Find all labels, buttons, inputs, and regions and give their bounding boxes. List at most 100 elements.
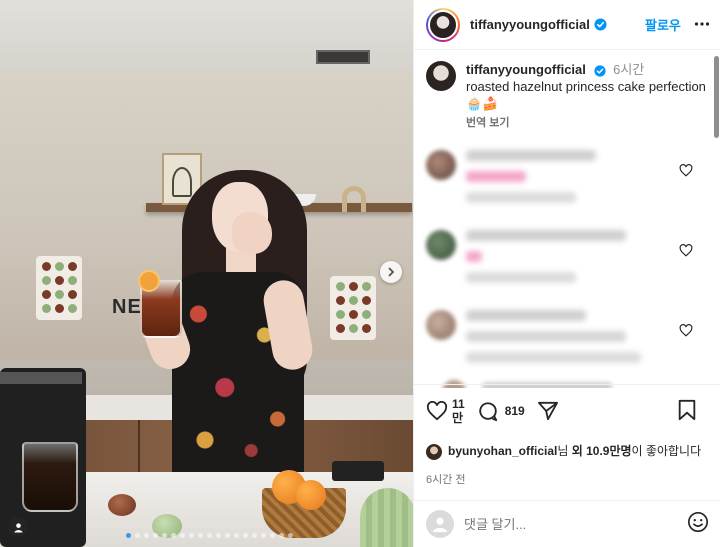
carousel-dot (162, 533, 167, 538)
post-timestamp[interactable]: 6시간 전 (426, 471, 709, 487)
capsule-stand-right (330, 276, 376, 340)
carousel-indicators (126, 533, 293, 538)
comment-text-redacted (466, 331, 626, 342)
comment-text-redacted (466, 171, 526, 182)
caption-username[interactable]: tiffanyyoungofficial (466, 62, 586, 77)
author-avatar[interactable] (426, 7, 460, 42)
user-tag-icon (13, 522, 23, 533)
carousel-dot (126, 533, 131, 538)
post-caption: tiffanyyoungofficial 6시간 roasted hazelnu… (426, 61, 709, 130)
carousel-dot (171, 533, 176, 538)
caption-time[interactable]: 6시간 (613, 62, 644, 77)
chevron-right-icon (388, 267, 395, 277)
photo-capsule (108, 494, 136, 516)
photo-coffee-mug (22, 442, 78, 512)
verified-badge-icon (594, 18, 607, 31)
verified-badge-icon (593, 64, 606, 77)
photo-cake (360, 488, 413, 547)
share-button[interactable] (537, 401, 559, 421)
comment-meta-redacted (466, 352, 641, 363)
caption-emoji: 🧁🍰 (466, 96, 499, 111)
capsule-stand-left (36, 256, 82, 320)
next-photo-button[interactable] (380, 261, 402, 283)
bookmark-icon (678, 399, 696, 421)
comment-text-redacted (466, 230, 626, 241)
more-options-button[interactable] (694, 16, 710, 37)
emoji-button[interactable] (687, 511, 709, 538)
heart-icon (679, 324, 693, 337)
comment-item (426, 150, 709, 210)
carousel-dot (270, 533, 275, 538)
liked-by-text: 님 (557, 444, 572, 458)
comment-like-button[interactable] (679, 164, 693, 182)
emoji-icon (688, 511, 708, 532)
comment-like-button[interactable] (679, 244, 693, 262)
user-tag-button[interactable] (8, 517, 28, 537)
carousel-dot (180, 533, 185, 538)
comment-button[interactable]: 819 (477, 400, 525, 422)
bookmark-button[interactable] (677, 399, 697, 421)
photo-brand-sign: NE (112, 296, 142, 318)
comment-text-redacted (466, 310, 586, 321)
liked-by-summary: byunyohan_official님 외 10.9만명이 좋아합니다 (426, 443, 709, 460)
carousel-dot (216, 533, 221, 538)
comments-scroll-thumb[interactable] (714, 56, 719, 138)
heart-icon (426, 401, 448, 421)
carousel-dot (207, 533, 212, 538)
photo-device (332, 461, 384, 481)
heart-icon (679, 164, 693, 177)
comment-meta-redacted (466, 192, 576, 203)
comment-item (426, 310, 709, 370)
carousel-dot (225, 533, 230, 538)
more-icon (694, 22, 710, 26)
user-avatar-icon (432, 517, 448, 533)
caption-text: roasted hazelnut princess cake perfectio… (466, 79, 706, 94)
current-user-avatar (426, 510, 454, 538)
comment-meta-redacted (466, 272, 576, 283)
photo-orange (296, 480, 326, 510)
carousel-dot (153, 533, 158, 538)
comments-list[interactable]: tiffanyyoungofficial 6시간 roasted hazelnu… (414, 51, 720, 381)
carousel-dot (234, 533, 239, 538)
post-actions: 11 만 819 byunyohan_official님 외 10.9만명이 좋… (414, 384, 720, 487)
post-photo[interactable]: NE (0, 0, 413, 547)
photo-orange-slice (138, 270, 160, 292)
photo-person-hand (232, 212, 272, 254)
comment-item (426, 230, 709, 290)
caption-avatar[interactable] (426, 61, 456, 91)
comment-text-redacted (466, 150, 596, 161)
post-side-panel: tiffanyyoungofficial 팔로우 tiffanyyoungoff… (413, 0, 720, 547)
carousel-dot (261, 533, 266, 538)
carousel-dot (243, 533, 248, 538)
liked-by-avatar[interactable] (426, 444, 442, 460)
author-username[interactable]: tiffanyyoungofficial (470, 17, 590, 32)
carousel-dot (135, 533, 140, 538)
photo-vase (342, 186, 366, 212)
comment-icon (479, 402, 497, 422)
carousel-dot (144, 533, 149, 538)
carousel-dot (189, 533, 194, 538)
like-button[interactable]: 11 만 (426, 397, 465, 425)
comment-like-button[interactable] (679, 324, 693, 342)
carousel-dot (279, 533, 284, 538)
carousel-dot (198, 533, 203, 538)
photo-vent (316, 50, 370, 64)
liked-by-others[interactable]: 외 10.9만명 (572, 444, 632, 458)
comment-composer (414, 500, 720, 547)
comment-avatar[interactable] (426, 230, 456, 260)
follow-button[interactable]: 팔로우 (645, 15, 681, 34)
comment-input[interactable] (464, 516, 679, 532)
liked-by-text: 이 좋아합니다 (631, 444, 702, 458)
translate-link[interactable]: 번역 보기 (466, 114, 709, 130)
likes-count: 11 (452, 397, 465, 411)
liked-by-username[interactable]: byunyohan_official (448, 444, 557, 458)
comment-avatar[interactable] (426, 310, 456, 340)
heart-icon (679, 244, 693, 257)
comments-count: 819 (504, 404, 525, 418)
post-header: tiffanyyoungofficial 팔로우 (414, 0, 720, 50)
comment-avatar[interactable] (426, 150, 456, 180)
carousel-dot (288, 533, 293, 538)
share-icon (537, 401, 558, 421)
likes-count-unit: 만 (452, 411, 464, 425)
comment-text-redacted (466, 251, 482, 262)
